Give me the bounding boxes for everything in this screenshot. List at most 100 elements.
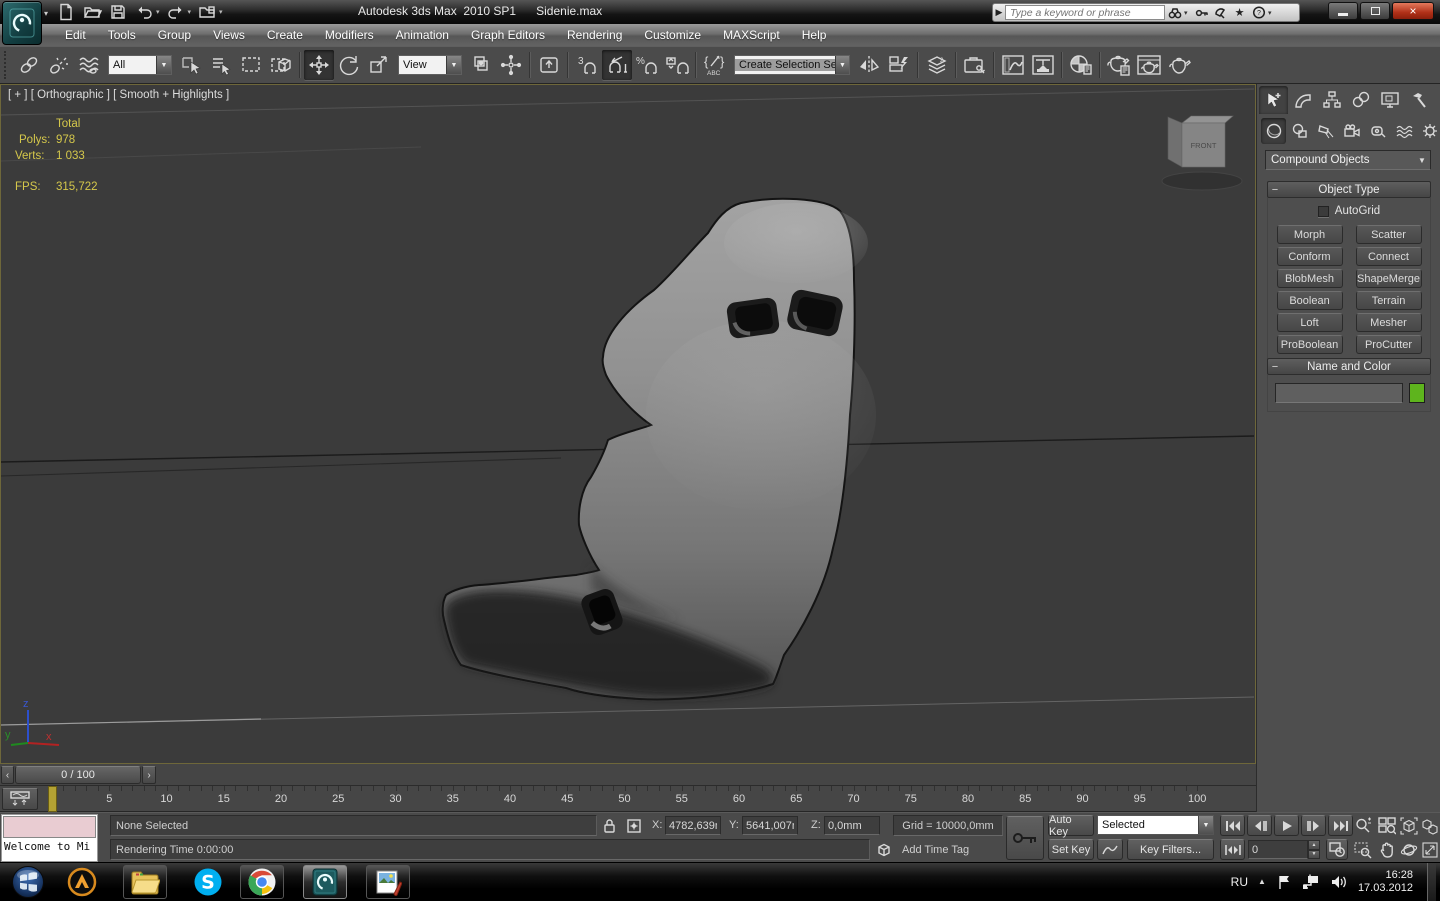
container-icon[interactable] [960, 50, 990, 80]
close-button[interactable]: × [1392, 2, 1434, 20]
object-color-swatch[interactable] [1409, 383, 1425, 403]
object-name-input[interactable] [1275, 383, 1403, 403]
autogrid-checkbox[interactable] [1318, 206, 1329, 217]
spinner-snap-icon[interactable] [662, 50, 692, 80]
use-pivot-point-icon[interactable] [466, 50, 496, 80]
x-coord-input[interactable] [665, 816, 721, 835]
align-icon[interactable] [884, 50, 914, 80]
category-dropdown[interactable]: Compound Objects▼ [1265, 150, 1431, 170]
object-type-terrain[interactable]: Terrain [1356, 291, 1422, 310]
object-type-conform[interactable]: Conform [1277, 247, 1343, 266]
goto-start-button[interactable] [1220, 815, 1245, 836]
key-filters-button[interactable]: Key Filters... [1127, 839, 1214, 860]
goto-end-button[interactable] [1328, 815, 1353, 836]
tray-hidden-icons-icon[interactable]: ▲ [1258, 877, 1266, 886]
maximize-viewport-toggle-button[interactable] [1419, 839, 1440, 860]
undo-icon[interactable] [134, 3, 154, 21]
object-type-shapemerge[interactable]: ShapeMerge [1356, 269, 1422, 288]
viewport-orthographic[interactable]: FRONT LEFT z y x [ + ] [ Orthographic ] … [0, 84, 1256, 764]
save-file-icon[interactable] [108, 3, 128, 21]
taskbar-explorer[interactable] [123, 865, 167, 899]
rendered-frame-window-icon[interactable] [1134, 50, 1164, 80]
unlink-selection-icon[interactable] [44, 50, 74, 80]
schematic-view-icon[interactable] [1028, 50, 1058, 80]
menu-group[interactable]: Group [147, 24, 202, 46]
seat-model[interactable] [443, 199, 876, 700]
menu-help[interactable]: Help [791, 24, 838, 46]
current-frame-input[interactable] [1248, 840, 1308, 859]
select-by-name-icon[interactable] [206, 50, 236, 80]
help-icon[interactable]: ? [1249, 4, 1268, 21]
snaps-toggle-icon[interactable]: 3 [572, 50, 602, 80]
tab-utilities[interactable] [1404, 86, 1433, 114]
restore-button[interactable] [1360, 2, 1390, 20]
application-menu-button[interactable] [2, 1, 42, 45]
time-tag-cube-icon[interactable] [874, 840, 894, 859]
viewport-label[interactable]: [ + ] [ Orthographic ] [ Smooth + Highli… [8, 89, 229, 101]
material-editor-icon[interactable] [1066, 50, 1096, 80]
object-type-procutter[interactable]: ProCutter [1356, 335, 1422, 354]
subcat-helpers[interactable] [1365, 118, 1390, 144]
select-object-icon[interactable] [176, 50, 206, 80]
subcat-spacewarps[interactable] [1391, 118, 1416, 144]
set-key-button[interactable]: Set Key [1048, 839, 1094, 860]
bind-to-space-warp-icon[interactable] [74, 50, 104, 80]
infocenter-search-input[interactable] [1005, 5, 1165, 20]
menu-create[interactable]: Create [256, 24, 314, 46]
named-selection-sets-icon[interactable]: {}ABC [700, 50, 730, 80]
render-setup-icon[interactable] [1104, 50, 1134, 80]
open-file-icon[interactable] [82, 3, 102, 21]
rollout-collapse-icon[interactable]: − [1268, 184, 1282, 196]
project-caret-icon[interactable]: ▾ [219, 8, 223, 16]
selection-lock-icon[interactable] [600, 816, 619, 835]
layer-manager-icon[interactable]: 2 [922, 50, 952, 80]
current-frame-marker[interactable] [48, 786, 57, 812]
show-desktop-button[interactable] [1427, 863, 1436, 901]
favorites-star-icon[interactable]: ★ [1230, 4, 1249, 21]
select-and-rotate-icon[interactable] [334, 50, 364, 80]
new-scene-icon[interactable] [56, 3, 76, 21]
tray-flag-icon[interactable] [1276, 874, 1292, 890]
zoom-all-button[interactable] [1376, 815, 1398, 836]
object-type-blobmesh[interactable]: BlobMesh [1277, 269, 1343, 288]
key-mode-combo[interactable]: Selected▼ [1097, 815, 1214, 835]
next-frame-button[interactable] [1301, 815, 1326, 836]
window-crossing-icon[interactable] [266, 50, 296, 80]
maxscript-mini-listener[interactable]: Welcome to Mi [1, 814, 98, 862]
keyboard-shortcut-override-icon[interactable] [534, 50, 564, 80]
taskbar-skype[interactable]: S [186, 865, 230, 899]
track-bar-ruler[interactable]: 0510152025303540455055606570758085909510… [0, 786, 1256, 812]
pan-button[interactable] [1376, 839, 1398, 860]
z-coord-input[interactable] [824, 816, 880, 835]
play-button[interactable] [1274, 815, 1299, 836]
viewcube[interactable]: FRONT LEFT [1162, 85, 1242, 190]
tray-network-icon[interactable] [1302, 874, 1320, 890]
redo-caret-icon[interactable]: ▾ [188, 8, 192, 16]
zoom-extents-button[interactable] [1398, 815, 1419, 836]
menu-edit[interactable]: Edit [54, 24, 97, 46]
zoom-button[interactable] [1352, 815, 1374, 836]
percent-snap-icon[interactable]: % [632, 50, 662, 80]
object-type-boolean[interactable]: Boolean [1277, 291, 1343, 310]
zoom-region-button[interactable] [1352, 839, 1374, 860]
maxscript-macro-recorder[interactable] [3, 816, 96, 838]
add-time-tag[interactable]: Add Time Tag [896, 839, 1003, 860]
selection-filter-combo[interactable]: All▼ [108, 55, 172, 75]
minimize-button[interactable] [1328, 2, 1358, 20]
infocenter-arrow-icon[interactable]: ▶ [993, 7, 1005, 18]
subcat-cameras[interactable] [1339, 118, 1364, 144]
object-type-morph[interactable]: Morph [1277, 225, 1343, 244]
tab-hierarchy[interactable] [1317, 86, 1346, 114]
tray-language[interactable]: RU [1231, 875, 1248, 889]
absolute-offset-toggle-icon[interactable] [623, 816, 645, 835]
application-menu-caret-icon[interactable]: ▾ [44, 9, 48, 18]
menu-modifiers[interactable]: Modifiers [314, 24, 385, 46]
object-type-scatter[interactable]: Scatter [1356, 225, 1422, 244]
object-type-rollout-header[interactable]: − Object Type [1267, 181, 1431, 198]
rollout-collapse-icon[interactable]: − [1268, 361, 1282, 373]
select-and-link-icon[interactable] [14, 50, 44, 80]
default-tangents-button[interactable] [1097, 839, 1123, 860]
subcat-shapes[interactable] [1287, 118, 1312, 144]
render-production-icon[interactable] [1164, 50, 1194, 80]
auto-key-button[interactable]: Auto Key [1048, 815, 1094, 836]
